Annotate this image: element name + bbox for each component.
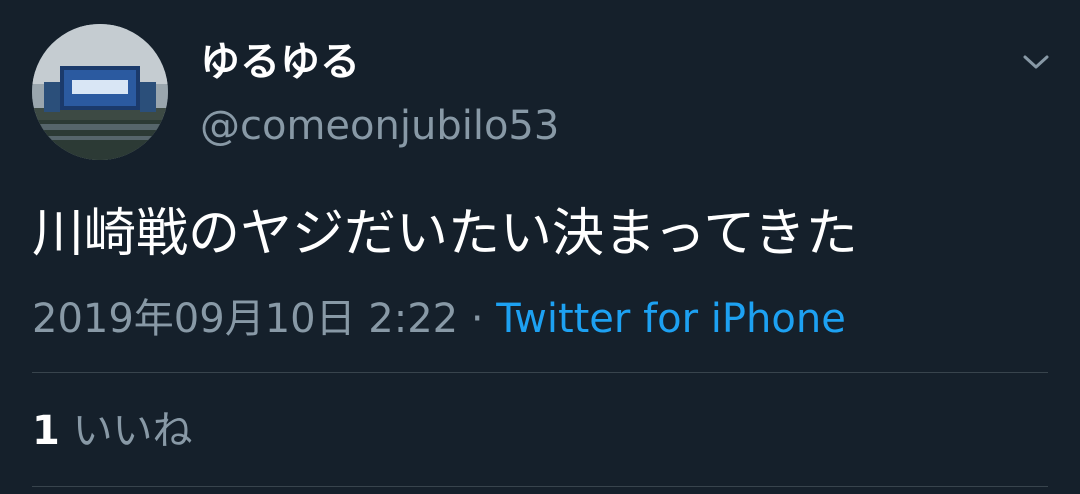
divider	[32, 486, 1048, 487]
likes-count: 1	[32, 408, 60, 454]
divider	[32, 372, 1048, 373]
tweet-metadata: 2019年09月10日 2:22 · Twitter for iPhone	[32, 294, 846, 344]
meta-separator: ·	[470, 296, 484, 342]
more-options-button[interactable]	[1012, 42, 1060, 82]
tweet-text: 川崎戦のヤジだいたい決まってきた	[32, 204, 858, 264]
avatar[interactable]	[32, 24, 168, 160]
avatar-image	[32, 24, 168, 160]
chevron-down-icon	[1023, 55, 1049, 69]
tweet-source-link[interactable]: Twitter for iPhone	[496, 296, 846, 342]
tweet-timestamp[interactable]: 2019年09月10日 2:22	[32, 296, 458, 342]
display-name[interactable]: ゆるゆる	[200, 38, 360, 86]
likes-stat[interactable]: 1 いいね	[32, 406, 193, 456]
likes-label: いいね	[72, 408, 193, 454]
user-handle[interactable]: @comeonjubilo53	[200, 100, 559, 152]
tweet-detail: ゆるゆる @comeonjubilo53 川崎戦のヤジだいたい決まってきた 20…	[0, 0, 1080, 494]
